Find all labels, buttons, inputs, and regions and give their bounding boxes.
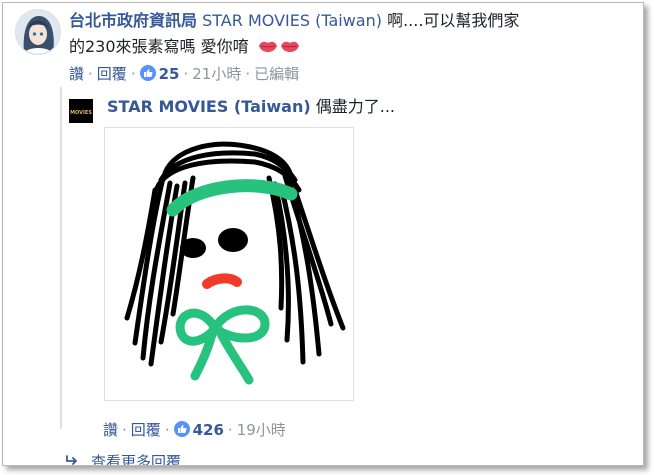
- reply-avatar[interactable]: MOVIES: [69, 99, 93, 123]
- mention-link[interactable]: STAR MOVIES (Taiwan): [202, 11, 382, 30]
- like-button[interactable]: 讚: [69, 65, 84, 83]
- separator: ·: [227, 421, 233, 439]
- lips-icon: [258, 35, 278, 61]
- thumbs-up-icon[interactable]: [139, 65, 156, 81]
- separator: ·: [183, 65, 189, 83]
- separator: ·: [122, 421, 127, 439]
- comment-author-link[interactable]: 台北市政府資訊局: [69, 11, 197, 30]
- reply-arrow-icon: [65, 453, 79, 465]
- view-more-replies[interactable]: 查看更多回覆: [65, 451, 181, 465]
- view-more-label[interactable]: 查看更多回覆: [91, 453, 181, 465]
- separator: ·: [164, 421, 170, 439]
- avatar[interactable]: [15, 9, 61, 55]
- reply-image[interactable]: [104, 127, 354, 401]
- separator: ·: [88, 65, 93, 83]
- like-button[interactable]: 讚: [103, 421, 118, 439]
- like-count[interactable]: 426: [193, 421, 224, 439]
- comment-thread: 台北市政府資訊局 STAR MOVIES (Taiwan) 啊....可以幫我們…: [2, 2, 644, 466]
- lips-icon: [280, 35, 300, 61]
- star-movies-logo: MOVIES: [70, 110, 92, 116]
- timestamp[interactable]: 19小時: [237, 421, 286, 439]
- thumbs-up-icon[interactable]: [173, 421, 190, 437]
- edited-label[interactable]: 已編輯: [254, 65, 299, 83]
- comment-text-line1: 啊....可以幫我們家: [387, 11, 520, 30]
- reply-button[interactable]: 回覆: [131, 421, 161, 439]
- comment-actions: 讚 · 回覆 · 25 · 21小時 · 已編輯: [69, 63, 299, 84]
- reply-text: 偶盡力了...: [315, 97, 396, 116]
- reply-author-link[interactable]: STAR MOVIES (Taiwan): [107, 97, 311, 116]
- reply-thread-line: [60, 87, 62, 429]
- comment-text-line2: 的230來張素寫嗎 愛你唷: [69, 37, 249, 56]
- separator: ·: [245, 65, 251, 83]
- comment-body: 台北市政府資訊局 STAR MOVIES (Taiwan) 啊....可以幫我們…: [69, 8, 634, 61]
- reply-button[interactable]: 回覆: [97, 65, 127, 83]
- reply-body: STAR MOVIES (Taiwan) 偶盡力了...: [107, 96, 395, 118]
- reply-actions: 讚 · 回覆 · 426 · 19小時: [103, 419, 286, 440]
- like-count[interactable]: 25: [159, 65, 180, 83]
- timestamp[interactable]: 21小時: [192, 65, 241, 83]
- separator: ·: [130, 65, 136, 83]
